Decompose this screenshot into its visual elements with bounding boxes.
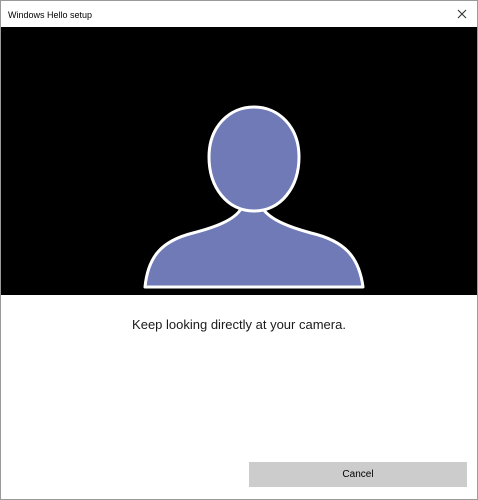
cancel-button[interactable]: Cancel [249,462,467,487]
face-silhouette-icon [143,105,365,289]
title-bar: Windows Hello setup [1,1,477,27]
camera-preview [1,27,477,295]
windows-hello-setup-dialog: Windows Hello setup Keep looking directl… [0,0,478,500]
window-title: Windows Hello setup [8,10,93,20]
close-icon [457,9,467,19]
close-button[interactable] [447,1,477,27]
instruction-text: Keep looking directly at your camera. [132,317,346,332]
